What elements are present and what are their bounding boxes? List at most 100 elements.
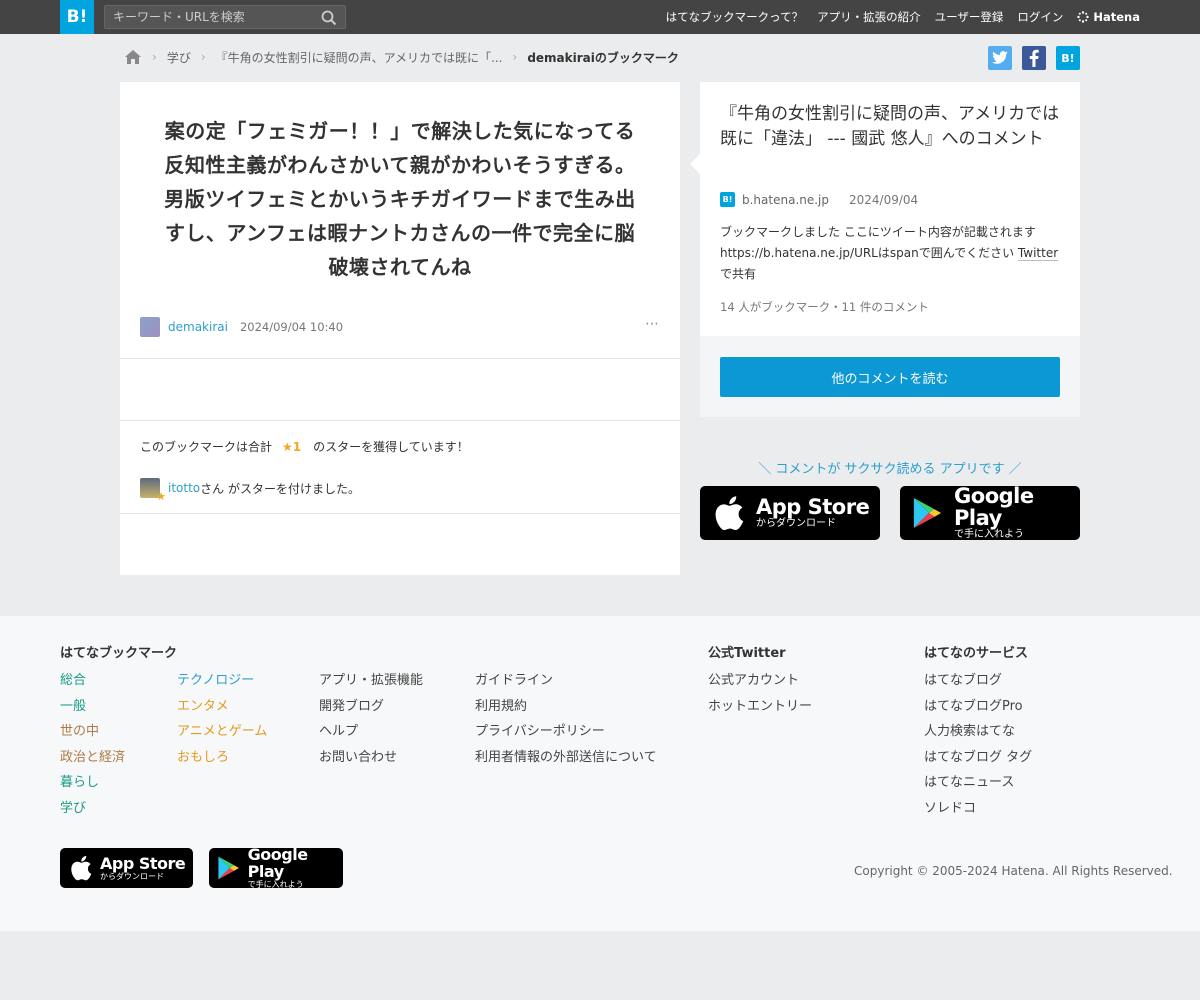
footer-app-store-sub: からダウンロード [100,871,164,881]
footer-twitter-heading: 公式Twitter [708,646,786,661]
bookmark-comment: 案の定「フェミガー！！」で解決した気になってる反知性主義がわんさかいて親がかわい… [164,119,636,279]
speech-pointer [690,154,700,174]
entry-desc-suffix: で共有 [720,267,757,281]
app-promo-text: ＼ コメントが サクサク読める アプリです ／ [758,462,1022,477]
breadcrumb-category[interactable]: 学び [167,49,191,66]
hatena-bookmark-logo[interactable]: B! [60,0,94,34]
footer-cat-economics[interactable]: 政治と経済 [60,745,125,771]
bookmark-username[interactable]: demakirai [168,320,228,334]
search-box [104,5,346,29]
footer-link-contact[interactable]: お問い合わせ [319,745,423,771]
more-options-icon[interactable]: ⋯ [645,316,660,332]
entry-card-body: 『牛角の女性割引に疑問の声、アメリカでは既に「違法」 --- 國武 悠人』へのコ… [690,82,1080,336]
google-play-sub: で手に入れよう [954,529,1025,540]
hatena-bookmark-share-button[interactable]: B! [1056,46,1080,70]
breadcrumb-article[interactable]: 『牛角の女性割引に疑問の声、アメリカでは既に「... [216,49,503,66]
read-other-comments-button[interactable]: 他のコメントを読む [720,357,1060,397]
chevron-right-icon: › [512,50,518,64]
footer-service-blog-pro[interactable]: はてなブログPro [924,694,1032,720]
google-play-title: Google Play [954,484,1034,530]
footer-cat-social[interactable]: 世の中 [60,719,125,745]
twitter-share-button[interactable] [988,46,1012,70]
footer-categories-1: 総合 一般 世の中 政治と経済 暮らし 学び [60,668,125,821]
footer-cat-entertainment[interactable]: エンタメ [177,694,267,720]
star-count: ★1 [282,439,302,454]
star-icon: ★ [156,490,166,503]
facebook-share-button[interactable] [1022,46,1046,70]
bookmark-datetime: 2024/09/04 10:40 [239,320,344,334]
entry-desc-text: ブックマークしました ここにツイート内容が記載されます https://b.ha… [720,225,1036,260]
nav-about[interactable]: はてなブックマークって？ [666,9,803,25]
app-store-badge[interactable]: App Store からダウンロード [700,486,880,540]
footer-link-dev-blog[interactable]: 開発ブログ [319,694,423,720]
breadcrumb-current: demakiraiのブックマーク [527,50,679,65]
google-play-icon [913,497,942,529]
breadcrumb: › 学び › 『牛角の女性割引に疑問の声、アメリカでは既に「... › dema… [124,46,679,68]
hatena-brand-link[interactable]: Hatena [1077,10,1140,24]
starrer-avatar[interactable]: ★ [140,478,166,503]
footer-service-blog[interactable]: はてなブログ [924,668,1032,694]
footer-link-apps[interactable]: アプリ・拡張機能 [319,668,423,694]
bookmark-meta: demakirai 2024/09/04 10:40 ⋯ [140,316,660,338]
footer-categories-2: テクノロジー エンタメ アニメとゲーム おもしろ [177,668,267,770]
copyright: Copyright © 2005-2024 Hatena. All Rights… [854,864,1173,878]
search-input[interactable] [105,6,315,28]
footer-services-links: はてなブログ はてなブログPro 人力検索はてな はてなブログ タグ はてなニュ… [924,668,1032,821]
nav-login[interactable]: ログイン [1017,9,1063,25]
footer-service-q[interactable]: 人力検索はてな [924,719,1032,745]
starrer-name[interactable]: itotto [168,481,200,495]
footer-cat-all[interactable]: 総合 [60,668,125,694]
stars-suffix: のスターを獲得しています！ [313,440,469,454]
footer-google-play-title: Google Play [247,845,308,881]
footer-cat-fun[interactable]: おもしろ [177,745,267,771]
stars-summary: このブックマークは合計 ★1 のスターを獲得しています！ [140,438,469,455]
avatar[interactable] [140,317,160,337]
entry-source-domain[interactable]: b.hatena.ne.jp [742,193,829,207]
footer-link-hot-entry[interactable]: ホットエントリー [708,694,812,720]
facebook-f-icon [1029,49,1039,67]
footer-link-help[interactable]: ヘルプ [319,719,423,745]
top-nav: はてなブックマークって？ アプリ・拡張の紹介 ユーザー登録 ログイン Haten… [666,0,1140,34]
footer-cat-knowledge[interactable]: 学び [60,796,125,822]
footer-bookmark-heading: はてなブックマーク [60,646,178,661]
twitter-link[interactable]: Twitter [1017,246,1059,261]
app-store-sub: からダウンロード [756,518,836,529]
chevron-right-icon: › [200,50,206,64]
entry-counts: 14 人がブックマーク・11 件のコメント [720,300,929,314]
entry-card: 『牛角の女性割引に疑問の声、アメリカでは既に「違法」 --- 國武 悠人』へのコ… [690,82,1080,417]
footer-service-news[interactable]: はてなニュース [924,770,1032,796]
hatena-bookmark-favicon-icon: B! [720,192,735,207]
entry-title[interactable]: 『牛角の女性割引に疑問の声、アメリカでは既に「違法」 --- 國武 悠人』へのコ… [720,102,1065,152]
starrer-row: ★ itotto さん がスターを付けました。 [140,478,360,503]
share-buttons: B! [988,46,1080,70]
apple-logo-icon [71,855,92,881]
footer-link-terms[interactable]: 利用規約 [475,694,657,720]
entry-date: 2024/09/04 [849,192,919,207]
footer-google-play-badge[interactable]: Google Play で手に入れよう [209,845,343,889]
footer-link-external-transmission[interactable]: 利用者情報の外部送信について [475,745,657,771]
top-bar: B! はてなブックマークって？ アプリ・拡張の紹介 ユーザー登録 ログイン Ha… [0,0,1200,34]
footer-service-blog-tags[interactable]: はてなブログ タグ [924,745,1032,771]
google-play-badge[interactable]: Google Play で手に入れよう [900,484,1080,540]
footer-cat-life[interactable]: 暮らし [60,770,125,796]
apple-logo-icon [715,496,744,531]
google-play-icon [218,856,239,880]
footer-app-store-badge[interactable]: App Store からダウンロード [60,848,193,888]
footer-link-privacy[interactable]: プライバシーポリシー [475,719,657,745]
divider [120,420,680,421]
footer-service-soredoko[interactable]: ソレドコ [924,796,1032,822]
footer-link-official-account[interactable]: 公式アカウント [708,668,812,694]
search-icon[interactable] [321,10,337,26]
bookmark-card: 案の定「フェミガー！！」で解決した気になってる反知性主義がわんさかいて親がかわい… [120,82,680,575]
footer-link-guidelines[interactable]: ガイドライン [475,668,657,694]
nav-apps[interactable]: アプリ・拡張の紹介 [817,9,921,25]
footer-services-heading: はてなのサービス [924,646,1029,661]
footer-cat-general[interactable]: 一般 [60,694,125,720]
footer-cat-it[interactable]: テクノロジー [177,668,267,694]
footer-cat-game[interactable]: アニメとゲーム [177,719,267,745]
footer: はてなブックマーク 総合 一般 世の中 政治と経済 暮らし 学び テクノロジー … [0,616,1200,931]
footer-app-store-title: App Store [100,853,186,873]
stars-prefix: このブックマークは合計 [140,440,273,454]
home-icon[interactable] [124,49,142,65]
nav-register[interactable]: ユーザー登録 [935,9,1004,25]
